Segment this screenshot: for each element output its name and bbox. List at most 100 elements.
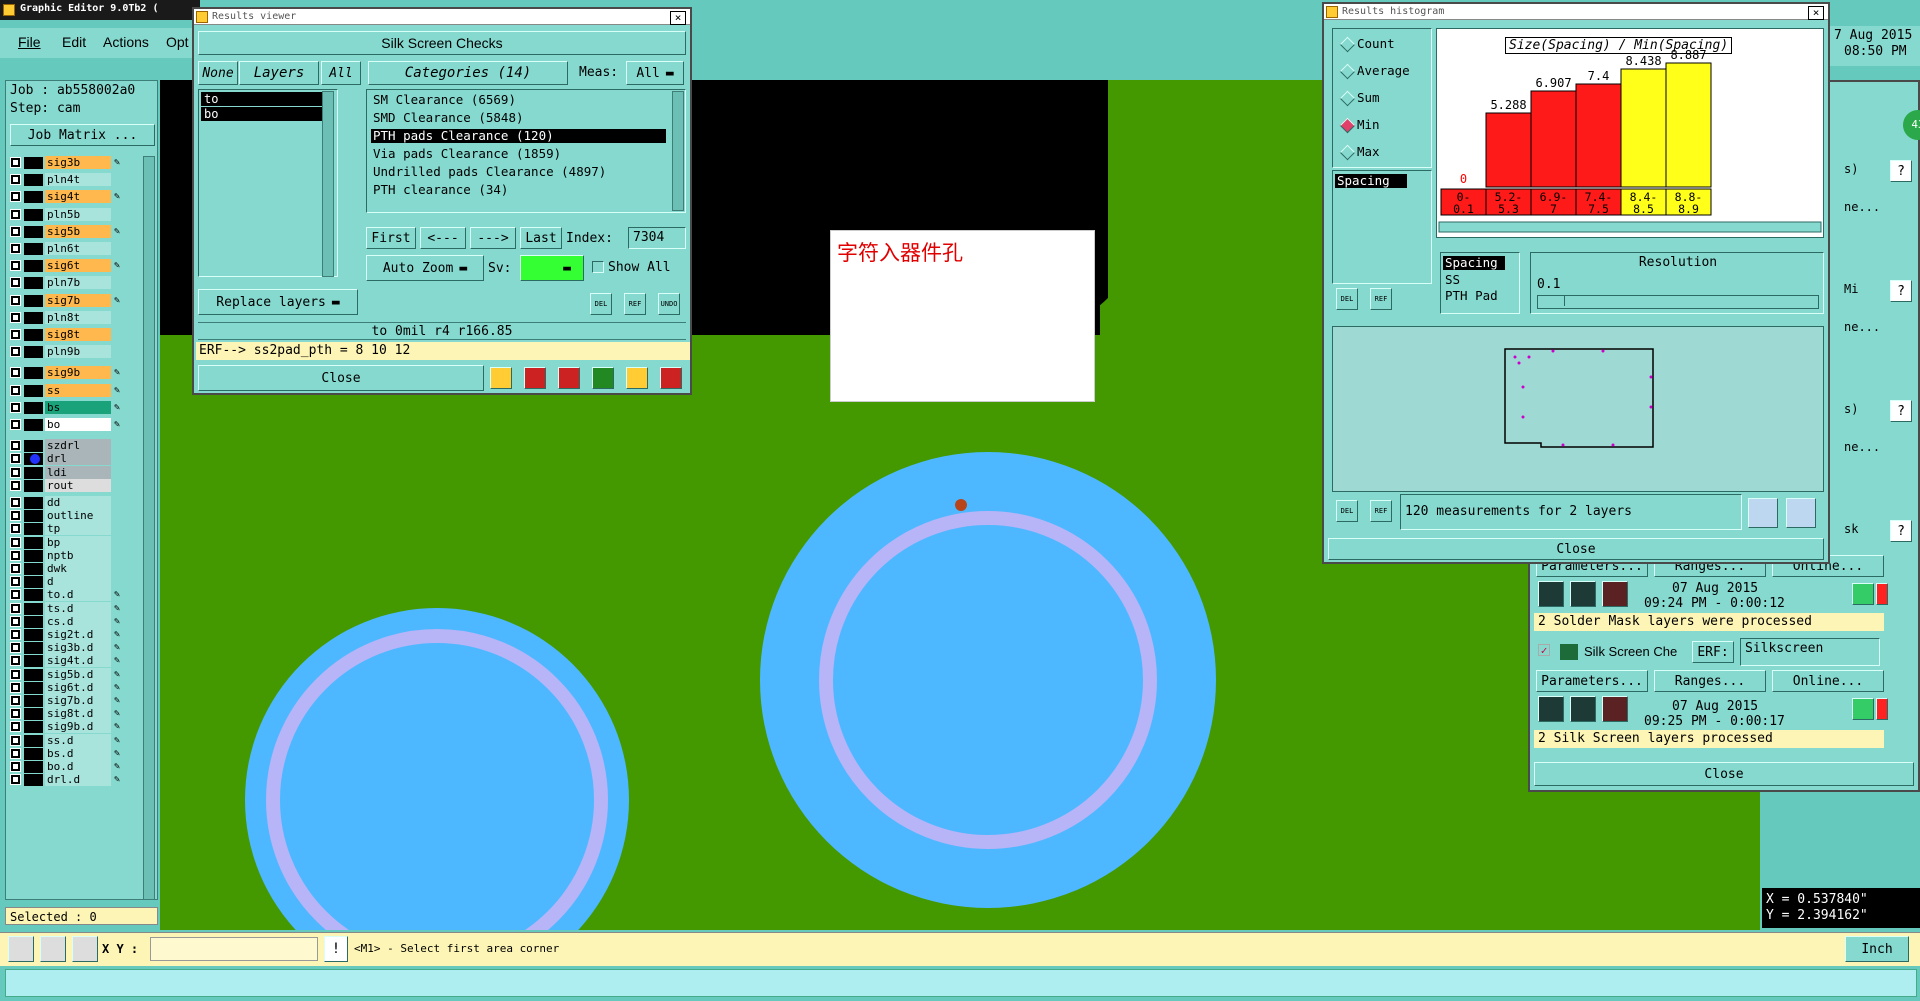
layer-checkbox[interactable]: [10, 695, 21, 706]
help-icon[interactable]: ?: [1890, 280, 1912, 302]
layer-checkbox[interactable]: [10, 479, 21, 491]
layer-checkbox[interactable]: [10, 311, 21, 323]
layer-checkbox[interactable]: [10, 761, 21, 772]
layer-row[interactable]: nptb: [8, 548, 128, 563]
help-icon[interactable]: ?: [1890, 160, 1912, 182]
layer-row[interactable]: sig9b ✎: [8, 366, 128, 380]
parameters-button[interactable]: Parameters...: [1536, 670, 1648, 692]
layer-checkbox[interactable]: [10, 629, 21, 640]
ref-button[interactable]: REF: [624, 293, 646, 315]
histogram-bar[interactable]: [1620, 68, 1667, 188]
run-icon[interactable]: [1602, 696, 1628, 722]
layer-row[interactable]: bo ✎: [8, 418, 128, 432]
category-item[interactable]: PTH pads Clearance (120): [371, 129, 666, 143]
layer-row[interactable]: dd: [8, 496, 128, 510]
layer-row[interactable]: ldi: [8, 465, 128, 480]
layer-checkbox[interactable]: [10, 563, 21, 574]
layer-checkbox[interactable]: [10, 346, 21, 358]
run-icon[interactable]: [1538, 581, 1564, 607]
layers-button[interactable]: Layers: [239, 61, 319, 85]
menu-actions[interactable]: Actions: [103, 34, 149, 50]
erf-label-button[interactable]: ERF:: [1692, 641, 1734, 663]
del-button[interactable]: DEL: [590, 293, 612, 315]
histogram-icon[interactable]: [660, 367, 682, 389]
online-button[interactable]: Online...: [1772, 670, 1884, 692]
category-item[interactable]: Undrilled pads Clearance (4897): [371, 165, 666, 179]
layer-checkbox[interactable]: [10, 174, 21, 186]
run-icon[interactable]: [1570, 581, 1596, 607]
layer-row[interactable]: sig6t ✎: [8, 259, 128, 273]
layer-row[interactable]: ss.d ✎: [8, 733, 128, 748]
units-button[interactable]: Inch: [1845, 936, 1909, 962]
layer-row[interactable]: sig8t: [8, 328, 128, 342]
ref-button[interactable]: REF: [1370, 500, 1392, 522]
histogram-bar[interactable]: [1530, 90, 1577, 188]
layer-row[interactable]: pln4t: [8, 173, 128, 187]
tool-icon-4[interactable]: [592, 367, 614, 389]
aggregate-radio-average[interactable]: Average: [1339, 62, 1431, 80]
layer-row[interactable]: pln7b: [8, 276, 128, 290]
layer-checkbox[interactable]: [10, 225, 21, 237]
layer-checkbox[interactable]: [10, 277, 21, 289]
layer-checkbox[interactable]: [10, 497, 21, 508]
layer-row[interactable]: sig4t ✎: [8, 190, 128, 204]
layer-checkbox[interactable]: [10, 329, 21, 340]
layer-row[interactable]: sig6t.d ✎: [8, 680, 128, 695]
alert-icon[interactable]: !: [324, 936, 348, 962]
layer-row[interactable]: szdrl: [8, 439, 128, 453]
sv-color-dropdown[interactable]: ▬: [520, 255, 584, 281]
menu-edit[interactable]: Edit: [62, 34, 86, 50]
layer-row[interactable]: rout: [8, 478, 128, 493]
zoom-icon[interactable]: [1852, 583, 1874, 605]
measure-tool-icon[interactable]: [40, 936, 66, 962]
layer-row[interactable]: ss ✎: [8, 383, 128, 398]
layer-checkbox[interactable]: [10, 523, 21, 535]
ref-button[interactable]: REF: [1370, 288, 1392, 310]
layer-row[interactable]: pln9b: [8, 345, 128, 359]
layer-row[interactable]: pln5b: [8, 207, 128, 222]
layer-checkbox[interactable]: [10, 536, 21, 548]
layer-checkbox[interactable]: [10, 708, 21, 720]
help-icon[interactable]: ?: [1890, 520, 1912, 542]
layer-row[interactable]: outline: [8, 509, 128, 523]
layer-checkbox[interactable]: [10, 191, 21, 203]
replace-layers-dropdown[interactable]: Replace layers ▬: [198, 289, 358, 315]
layer-row[interactable]: to.d ✎: [8, 588, 128, 602]
layer-list-scrollbar-v[interactable]: [322, 91, 334, 277]
histogram-bar[interactable]: [1665, 62, 1712, 188]
close-window-icon[interactable]: ×: [1808, 6, 1824, 20]
resolution-slider[interactable]: [1537, 295, 1819, 309]
layer-row[interactable]: pln6t: [8, 242, 128, 256]
del-button[interactable]: DEL: [1336, 500, 1358, 522]
show-all-checkbox[interactable]: [592, 261, 604, 273]
run-icon[interactable]: [1538, 696, 1564, 722]
check-enabled-icon[interactable]: ✓: [1538, 644, 1550, 656]
tool-icon-1[interactable]: [490, 367, 512, 389]
layer-row[interactable]: bs.d ✎: [8, 746, 128, 761]
layer-checkbox[interactable]: [10, 549, 21, 561]
layer-checkbox[interactable]: [10, 576, 21, 588]
layer-checkbox[interactable]: [10, 602, 21, 614]
ranges-button[interactable]: Ranges...: [1654, 670, 1766, 692]
layer-row[interactable]: drl.d ✎: [8, 773, 128, 787]
tool-icon-3[interactable]: [558, 367, 580, 389]
spacing-list-item[interactable]: Spacing: [1335, 174, 1407, 188]
layer-row[interactable]: tp: [8, 522, 128, 536]
category-item[interactable]: Via pads Clearance (1859): [371, 147, 666, 161]
attr-item[interactable]: PTH Pad: [1443, 288, 1498, 303]
layer-row[interactable]: ts.d ✎: [8, 601, 128, 616]
tool-icon-2[interactable]: [524, 367, 546, 389]
layer-row[interactable]: sig4t.d ✎: [8, 654, 128, 668]
layer-row[interactable]: pln8t: [8, 310, 128, 325]
aggregate-radio-count[interactable]: Count: [1339, 35, 1431, 53]
first-button[interactable]: First: [366, 227, 416, 249]
index-input[interactable]: 7304: [628, 227, 686, 249]
none-button[interactable]: None: [198, 61, 238, 85]
category-item[interactable]: PTH clearance (34): [371, 183, 666, 197]
zoom-icon[interactable]: [1852, 698, 1874, 720]
categories-scrollbar[interactable]: [672, 91, 684, 211]
results-close-button[interactable]: Close: [198, 365, 484, 391]
layer-row[interactable]: sig5b ✎: [8, 224, 128, 239]
layer-row[interactable]: bp: [8, 535, 128, 550]
layer-checkbox[interactable]: [10, 260, 21, 272]
